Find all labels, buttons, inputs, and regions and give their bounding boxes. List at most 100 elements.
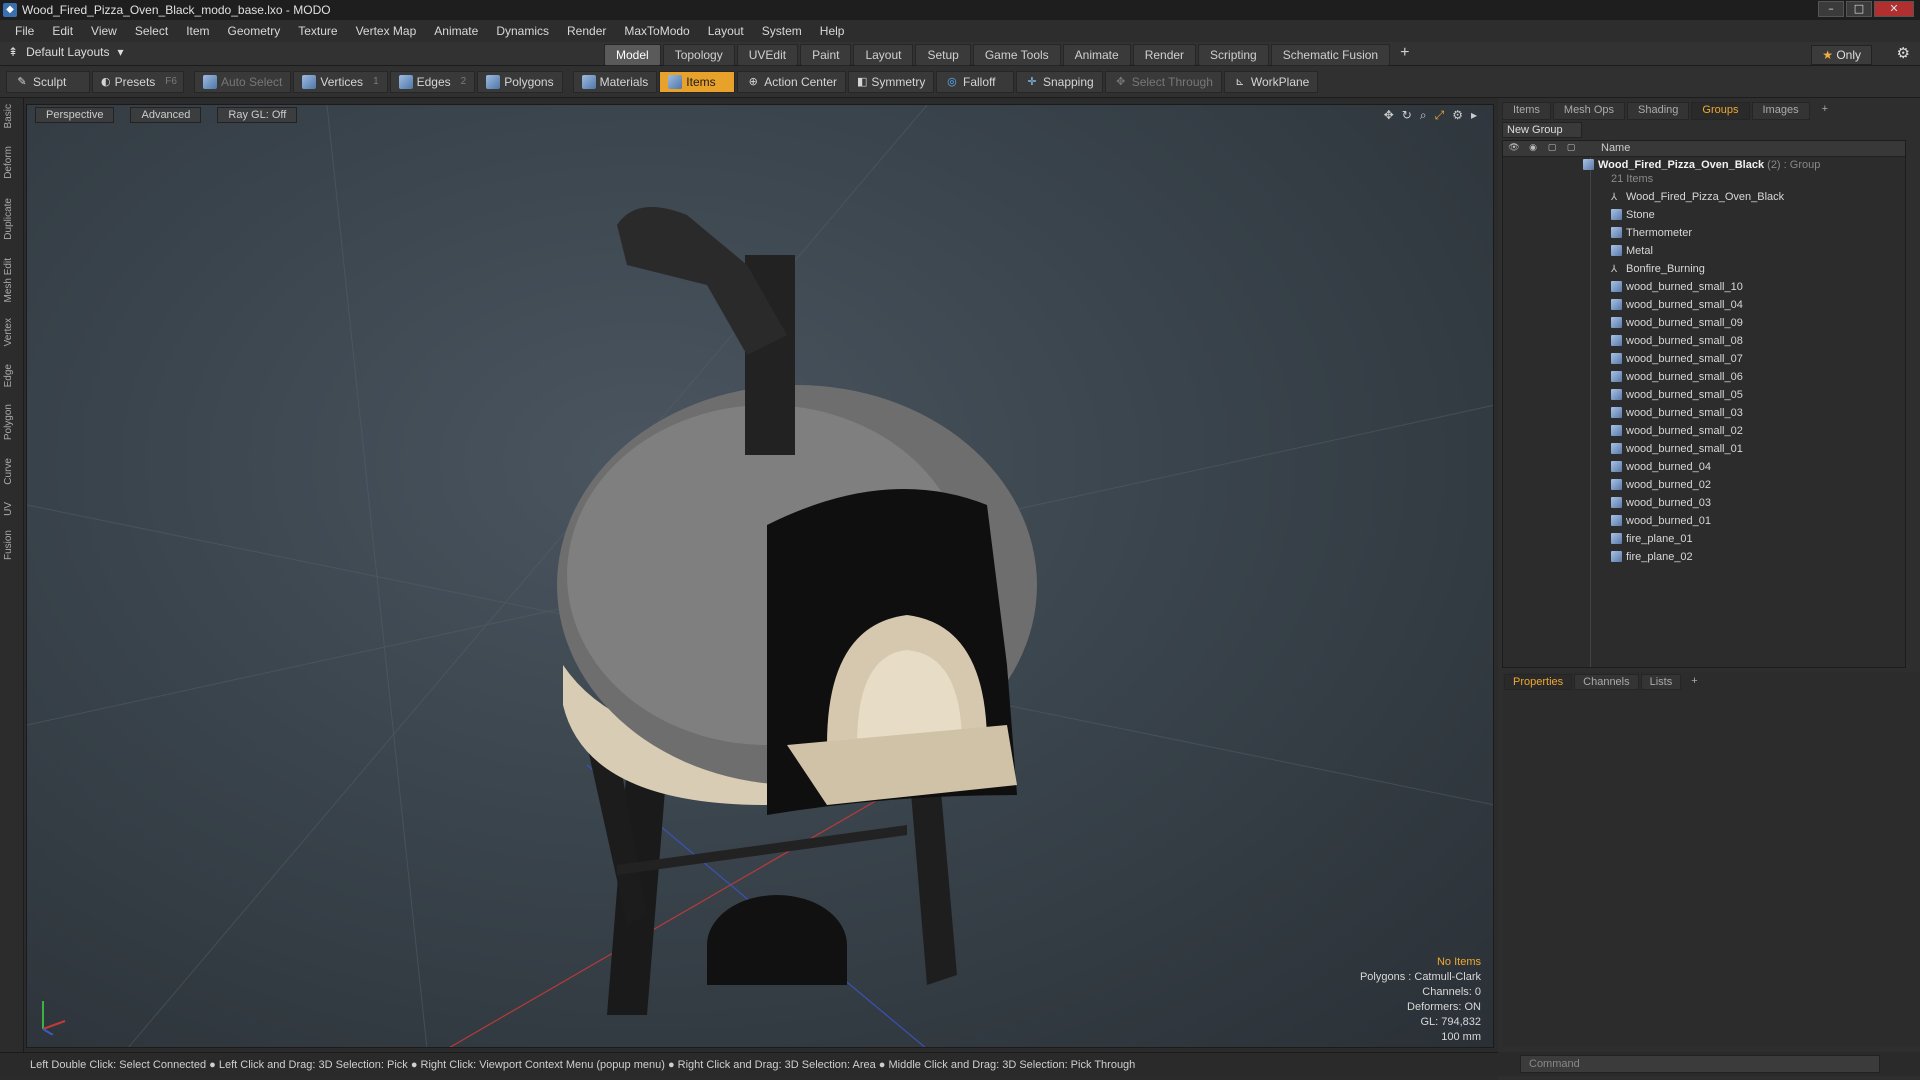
tree-item[interactable]: wood_burned_small_01 — [1611, 443, 1743, 461]
left-tab-mesh-edit[interactable]: Mesh Edit — [3, 258, 21, 302]
3d-viewport[interactable]: Perspective Advanced Ray GL: Off ✥ ↻ ⌕ ⤢… — [26, 104, 1494, 1048]
falloff-button[interactable]: ◎ Falloff — [935, 70, 1014, 93]
tab-images[interactable]: Images — [1751, 102, 1810, 120]
symmetry-button[interactable]: ◧ Symmetry — [847, 70, 934, 93]
tree-item[interactable]: Metal — [1611, 245, 1653, 263]
render-icon[interactable]: ◉ — [1526, 143, 1540, 155]
left-tab-fusion[interactable]: Fusion — [3, 530, 21, 560]
left-tab-deform[interactable]: Deform — [3, 146, 21, 179]
tree-item[interactable]: fire_plane_02 — [1611, 551, 1693, 569]
add-tab-button[interactable]: + — [1392, 44, 1417, 66]
menu-animate[interactable]: Animate — [425, 24, 487, 38]
advanced-button[interactable]: Advanced — [130, 107, 202, 123]
tab-lists[interactable]: Lists — [1640, 674, 1682, 690]
polygons-button[interactable]: Polygons — [477, 70, 563, 93]
tab-groups[interactable]: Groups — [1691, 102, 1750, 120]
tab-layout[interactable]: Layout — [853, 44, 914, 66]
tree-item[interactable]: wood_burned_04 — [1611, 461, 1711, 479]
menu-render[interactable]: Render — [558, 24, 615, 38]
tab-schematic-fusion[interactable]: Schematic Fusion — [1270, 44, 1391, 66]
name-column-header[interactable]: Name — [1601, 142, 1630, 154]
menu-edit[interactable]: Edit — [43, 24, 82, 38]
tree-item[interactable]: wood_burned_03 — [1611, 497, 1711, 515]
tab-game-tools[interactable]: Game Tools — [972, 44, 1061, 66]
tab-setup[interactable]: Setup — [915, 44, 971, 66]
menu-vertex-map[interactable]: Vertex Map — [347, 24, 426, 38]
menu-geometry[interactable]: Geometry — [219, 24, 290, 38]
raygl-button[interactable]: Ray GL: Off — [217, 107, 298, 123]
left-tab-duplicate[interactable]: Duplicate — [3, 198, 21, 240]
select-through-button[interactable]: ✥ Select Through — [1104, 70, 1222, 93]
gear-icon[interactable]: ⚙ — [1897, 44, 1910, 62]
perspective-button[interactable]: Perspective — [35, 107, 115, 123]
tab-items[interactable]: Items — [1502, 102, 1551, 120]
vertices-button[interactable]: Vertices 1 — [293, 70, 388, 93]
visibility-eye-icon[interactable]: 👁 — [1507, 143, 1521, 155]
sculpt-button[interactable]: ✎ Sculpt — [6, 70, 90, 93]
add-properties-tab-button[interactable]: + — [1683, 674, 1705, 690]
menu-dynamics[interactable]: Dynamics — [487, 24, 558, 38]
fit-icon[interactable]: ⤢ — [1435, 108, 1445, 123]
rotate-icon[interactable]: ↻ — [1402, 108, 1412, 123]
presets-button[interactable]: ◐ Presets F6 — [92, 70, 184, 93]
tab-uvedit[interactable]: UVEdit — [736, 44, 799, 66]
materials-button[interactable]: Materials — [572, 70, 658, 93]
tree-item[interactable]: wood_burned_small_08 — [1611, 335, 1743, 353]
tree-item[interactable]: fire_plane_01 — [1611, 533, 1693, 551]
tree-item[interactable]: wood_burned_small_07 — [1611, 353, 1743, 371]
tab-scripting[interactable]: Scripting — [1198, 44, 1269, 66]
tree-item[interactable]: wood_burned_small_09 — [1611, 317, 1743, 335]
auto-select-button[interactable]: Auto Select — [194, 70, 292, 93]
left-tab-polygon[interactable]: Polygon — [3, 404, 21, 440]
tree-item[interactable]: wood_burned_02 — [1611, 479, 1711, 497]
tab-paint[interactable]: Paint — [800, 44, 852, 66]
menu-system[interactable]: System — [753, 24, 811, 38]
menu-layout[interactable]: Layout — [699, 24, 753, 38]
menu-file[interactable]: File — [6, 24, 43, 38]
tab-mesh-ops[interactable]: Mesh Ops — [1552, 102, 1626, 120]
tab-channels[interactable]: Channels — [1574, 674, 1639, 690]
left-tab-vertex[interactable]: Vertex — [3, 318, 21, 346]
left-tab-uv[interactable]: UV — [3, 502, 21, 516]
workplane-button[interactable]: ⊾ WorkPlane — [1223, 70, 1319, 93]
tree-item[interactable]: wood_burned_small_04 — [1611, 299, 1743, 317]
lock-icon[interactable]: ▢ — [1545, 143, 1559, 155]
pizza-oven-model[interactable] — [557, 207, 1037, 1015]
edges-button[interactable]: Edges 2 — [389, 70, 476, 93]
new-group-button[interactable]: New Group — [1502, 122, 1582, 138]
add-panel-tab-button[interactable]: + — [1812, 102, 1838, 120]
minimize-button[interactable]: – — [1818, 1, 1844, 17]
layouts-dropdown[interactable]: ⇞ Default Layouts ▾ — [8, 45, 123, 59]
action-center-button[interactable]: ⊕ Action Center — [737, 70, 846, 93]
select-icon[interactable]: ▢ — [1564, 143, 1578, 155]
tab-animate[interactable]: Animate — [1062, 44, 1131, 66]
tree-item[interactable]: wood_burned_small_10 — [1611, 281, 1743, 299]
tree-item[interactable]: Stone — [1611, 209, 1655, 227]
viewport-settings-icon[interactable]: ⚙ — [1452, 108, 1463, 123]
left-tab-basic[interactable]: Basic — [3, 104, 21, 128]
tab-render[interactable]: Render — [1132, 44, 1197, 66]
items-button[interactable]: Items — [659, 70, 736, 93]
menu-item[interactable]: Item — [177, 24, 218, 38]
tree-item[interactable]: wood_burned_small_03 — [1611, 407, 1743, 425]
tab-shading[interactable]: Shading — [1627, 102, 1690, 120]
menu-help[interactable]: Help — [811, 24, 854, 38]
tree-item[interactable]: ⅄ Wood_Fired_Pizza_Oven_Black — [1611, 191, 1784, 209]
tab-properties[interactable]: Properties — [1504, 674, 1573, 690]
zoom-icon[interactable]: ⌕ — [1420, 108, 1427, 123]
viewport-menu-arrow-icon[interactable]: ▸ — [1471, 108, 1477, 123]
snapping-button[interactable]: ✛ Snapping — [1015, 70, 1103, 93]
only-button[interactable]: ★ Only — [1811, 45, 1872, 65]
menu-select[interactable]: Select — [126, 24, 177, 38]
menu-view[interactable]: View — [82, 24, 126, 38]
command-input[interactable] — [1520, 1055, 1880, 1073]
tree-item[interactable]: wood_burned_small_06 — [1611, 371, 1743, 389]
tree-item[interactable]: wood_burned_small_05 — [1611, 389, 1743, 407]
tab-model[interactable]: Model — [604, 44, 661, 66]
close-button[interactable]: ✕ — [1874, 1, 1914, 17]
tree-item[interactable]: wood_burned_small_02 — [1611, 425, 1743, 443]
menu-maxtomodo[interactable]: MaxToModo — [615, 24, 698, 38]
tree-item[interactable]: wood_burned_01 — [1611, 515, 1711, 533]
tree-item[interactable]: Thermometer — [1611, 227, 1692, 245]
pan-icon[interactable]: ✥ — [1384, 108, 1394, 123]
